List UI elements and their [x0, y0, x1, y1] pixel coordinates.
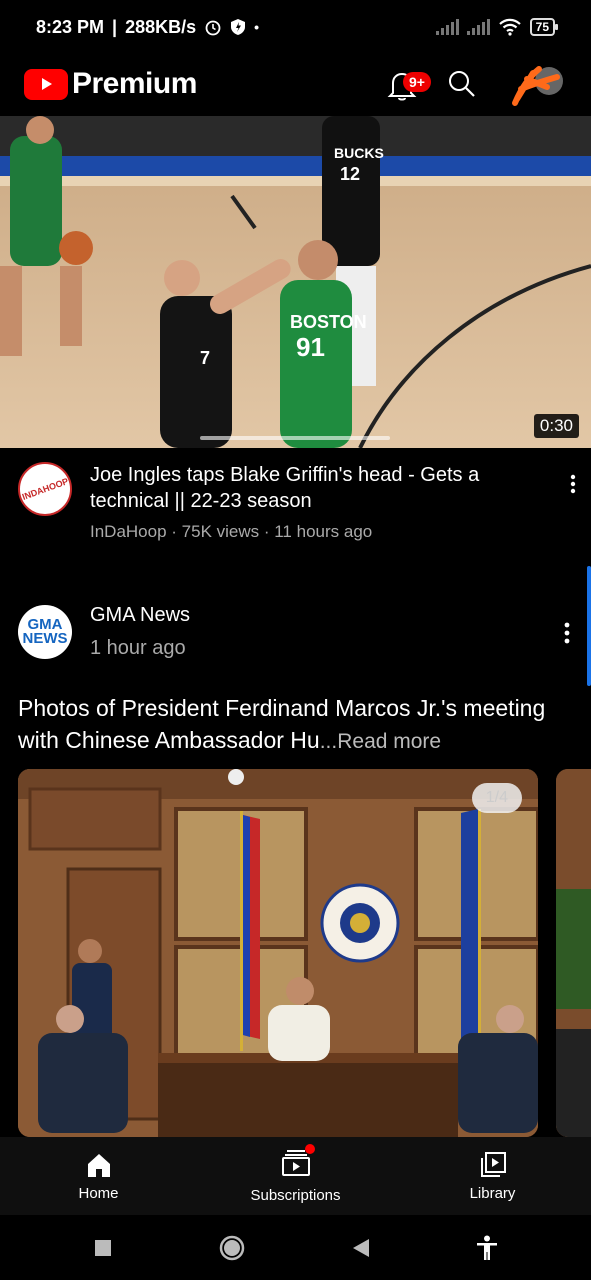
- status-left: 8:23 PM | 288KB/s •: [36, 16, 260, 37]
- nav-subscriptions-label: Subscriptions: [250, 1187, 341, 1204]
- post-time: 1 hour ago: [90, 637, 186, 659]
- network-speed: 288KB/s: [125, 16, 197, 37]
- nav-home-label: Home: [78, 1184, 119, 1202]
- meeting-photo-image: [18, 769, 538, 1137]
- accessibility-icon[interactable]: [476, 1235, 498, 1261]
- brand-title: Premium: [72, 67, 197, 100]
- video-menu-icon[interactable]: [567, 472, 579, 496]
- signal-icon-2: [466, 19, 490, 35]
- status-time: 8:23 PM: [36, 16, 105, 37]
- gma-news-avatar[interactable]: GMA NEWS: [18, 605, 72, 659]
- post-image[interactable]: 1/4: [18, 769, 538, 1137]
- basketball-thumbnail-image: BUCKS 12 7 BOSTON 91: [0, 116, 591, 448]
- next-image-preview[interactable]: [556, 769, 591, 1137]
- system-navigation: [0, 1215, 591, 1280]
- svg-text:7: 7: [200, 348, 210, 368]
- home-circle-icon[interactable]: [218, 1234, 246, 1262]
- read-more-link[interactable]: ...Read more: [320, 730, 441, 753]
- post-menu-icon[interactable]: [561, 620, 573, 646]
- video-duration: 0:30: [533, 414, 579, 438]
- video-info: INDAHOOP Joe Ingles taps Blake Griffin's…: [18, 462, 583, 542]
- post-header: GMA NEWS GMA News 1 hour ago: [18, 604, 583, 660]
- next-photo-image: [556, 769, 591, 1137]
- image-counter: 1/4: [471, 783, 522, 813]
- channel-avatar-text: INDAHOOP: [20, 476, 70, 502]
- shield-icon: [231, 19, 246, 35]
- notifications-button[interactable]: 9+: [387, 68, 431, 101]
- nav-home[interactable]: Home: [19, 1151, 179, 1202]
- recent-apps-icon[interactable]: [93, 1238, 113, 1258]
- header-actions: 9+: [387, 59, 567, 109]
- post-text[interactable]: Photos of President Ferdinand Marcos Jr.…: [18, 692, 578, 758]
- battery-icon: 75: [529, 18, 559, 36]
- scroll-indicator: [587, 566, 591, 686]
- video-meta: InDaHoop · 75K views · 11 hours ago: [90, 522, 373, 541]
- youtube-logo-icon[interactable]: [24, 68, 68, 100]
- dot-indicator: •: [254, 19, 260, 35]
- notification-badge: 9+: [403, 72, 431, 92]
- post-body: Photos of President Ferdinand Marcos Jr.…: [18, 695, 546, 753]
- account-avatar-icon[interactable]: [507, 59, 567, 109]
- app-header: Premium 9+: [0, 54, 591, 114]
- search-icon[interactable]: [447, 69, 477, 99]
- svg-text:BUCKS: BUCKS: [334, 145, 384, 161]
- alarm-icon: [205, 20, 221, 36]
- avatar-line-2: NEWS: [22, 630, 68, 647]
- back-icon[interactable]: [351, 1237, 371, 1259]
- signal-icon: [435, 19, 459, 35]
- nav-library-label: Library: [469, 1184, 516, 1202]
- post-channel[interactable]: GMA News 1 hour ago: [90, 604, 190, 660]
- video-title[interactable]: Joe Ingles taps Blake Griffin's head - G…: [90, 462, 530, 514]
- subscriptions-icon-wrap: [281, 1144, 315, 1181]
- status-bar: 8:23 PM | 288KB/s • 75: [0, 0, 591, 54]
- svg-text:91: 91: [296, 332, 325, 362]
- svg-text:12: 12: [340, 164, 360, 184]
- bottom-navigation: Home Subscriptions Library: [0, 1137, 591, 1215]
- nav-library[interactable]: Library: [413, 1151, 573, 1202]
- video-thumbnail[interactable]: BUCKS 12 7 BOSTON 91 0:30: [0, 116, 591, 448]
- video-text[interactable]: Joe Ingles taps Blake Griffin's head - G…: [90, 462, 530, 542]
- svg-text:BOSTON: BOSTON: [290, 312, 367, 332]
- subscriptions-new-dot: [304, 1144, 315, 1154]
- library-icon: [480, 1151, 506, 1177]
- status-right: 75: [435, 18, 559, 36]
- home-icon: [87, 1153, 110, 1177]
- channel-avatar[interactable]: INDAHOOP: [18, 462, 72, 516]
- wifi-icon: [498, 18, 521, 36]
- nav-subscriptions[interactable]: Subscriptions: [216, 1144, 376, 1204]
- post-channel-name[interactable]: GMA News: [90, 604, 190, 627]
